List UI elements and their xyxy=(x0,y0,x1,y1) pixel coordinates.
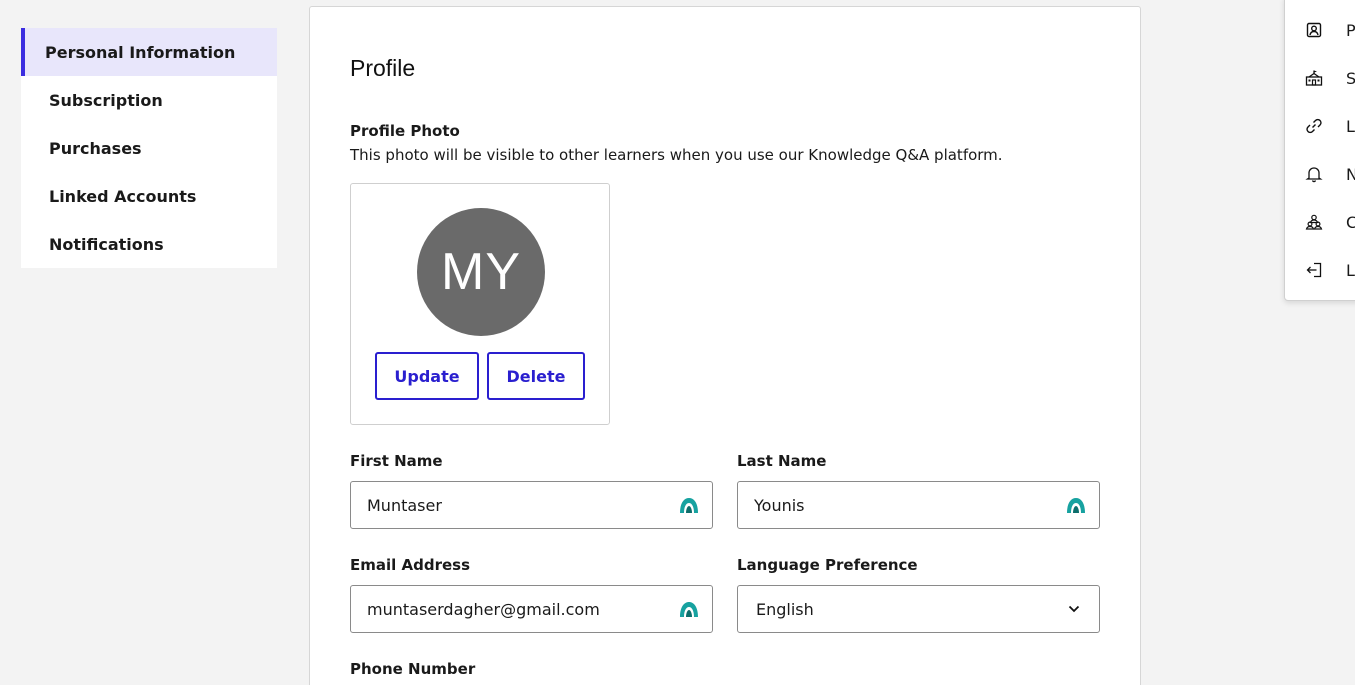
menu-item-label: C xyxy=(1346,212,1355,232)
bell-icon xyxy=(1305,167,1323,183)
autofill-icon[interactable] xyxy=(678,598,700,620)
email-value: muntaserdagher@gmail.com xyxy=(367,599,600,619)
menu-item-community[interactable]: C xyxy=(1285,198,1355,246)
profile-photo-description: This photo will be visible to other lear… xyxy=(350,146,1003,164)
sidebar-item-personal-information[interactable]: Personal Information xyxy=(21,28,277,76)
sidebar-item-label: Personal Information xyxy=(45,42,236,62)
update-photo-button[interactable]: Update xyxy=(375,352,479,400)
logout-icon xyxy=(1306,262,1322,278)
menu-item-logout[interactable]: Lo xyxy=(1285,246,1355,294)
autofill-icon[interactable] xyxy=(1065,494,1087,516)
language-value: English xyxy=(756,599,814,619)
menu-item-label: P xyxy=(1346,20,1355,40)
page: Personal Information Subscription Purcha… xyxy=(0,0,1355,685)
last-name-value: Younis xyxy=(754,495,805,515)
sidebar-item-linked-accounts[interactable]: Linked Accounts xyxy=(21,172,277,220)
sidebar-item-label: Purchases xyxy=(49,138,142,158)
menu-item-label: L xyxy=(1346,116,1355,136)
first-name-label: First Name xyxy=(350,452,443,470)
sidebar-item-label: Linked Accounts xyxy=(49,186,197,206)
page-title: Profile xyxy=(350,55,416,81)
phone-label: Phone Number xyxy=(350,660,476,678)
autofill-icon[interactable] xyxy=(678,494,700,516)
profile-photo-label: Profile Photo xyxy=(350,122,460,140)
sidebar-item-purchases[interactable]: Purchases xyxy=(21,124,277,172)
profile-card: Profile Profile Photo This photo will be… xyxy=(309,6,1141,685)
account-menu: P S L N C L xyxy=(1284,0,1355,301)
language-label: Language Preference xyxy=(737,556,918,574)
first-name-value: Muntaser xyxy=(367,495,442,515)
sidebar-item-subscription[interactable]: Subscription xyxy=(21,76,277,124)
email-field[interactable]: muntaserdagher@gmail.com xyxy=(350,585,713,633)
last-name-field[interactable]: Younis xyxy=(737,481,1100,529)
profile-icon xyxy=(1306,22,1322,38)
menu-item-notifications[interactable]: N xyxy=(1285,150,1355,198)
settings-sidebar: Personal Information Subscription Purcha… xyxy=(21,28,277,268)
menu-item-label: N xyxy=(1346,164,1355,184)
sidebar-item-label: Subscription xyxy=(49,90,163,110)
school-icon xyxy=(1305,70,1323,86)
email-label: Email Address xyxy=(350,556,471,574)
community-icon xyxy=(1305,214,1323,230)
delete-photo-button[interactable]: Delete xyxy=(487,352,585,400)
sidebar-item-notifications[interactable]: Notifications xyxy=(21,220,277,268)
menu-item-link[interactable]: L xyxy=(1285,102,1355,150)
menu-item-label: S xyxy=(1346,68,1355,88)
profile-photo-box: MY Update Delete xyxy=(350,183,610,425)
menu-item-school[interactable]: S xyxy=(1285,54,1355,102)
last-name-label: Last Name xyxy=(737,452,827,470)
language-select[interactable]: English xyxy=(737,585,1100,633)
chevron-down-icon xyxy=(1068,605,1080,613)
sidebar-item-label: Notifications xyxy=(49,234,164,254)
menu-item-label: Lo xyxy=(1346,260,1355,280)
link-icon xyxy=(1306,118,1322,134)
menu-item-profile[interactable]: P xyxy=(1285,6,1355,54)
first-name-field[interactable]: Muntaser xyxy=(350,481,713,529)
avatar: MY xyxy=(417,208,545,336)
